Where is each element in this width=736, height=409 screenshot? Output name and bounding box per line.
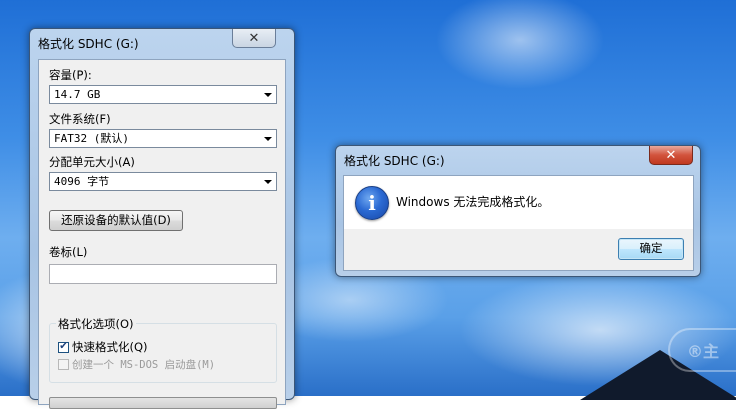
format-dialog-close-button[interactable]: ✕ [232,29,276,48]
chevron-down-icon [264,180,272,184]
format-options-legend: 格式化选项(O) [56,316,136,332]
message-text: Windows 无法完成格式化。 [396,195,550,209]
format-dialog-title: 格式化 SDHC (G:) [38,37,139,51]
quick-format-checkbox[interactable]: ✔ [58,341,69,353]
allocation-value: 4096 字节 [54,175,110,188]
capacity-label: 容量(P): [49,68,92,82]
info-icon: i [355,186,389,220]
watermark-logo: ®主 [668,328,736,372]
filesystem-label: 文件系统(F) [49,112,111,126]
message-box-close-button[interactable]: ✕ [649,146,693,165]
format-options-group: 格式化选项(O) ✔ 快速格式化(Q) 创建一个 MS-DOS 启动盘(M) [49,316,277,383]
capacity-value: 14.7 GB [54,88,101,101]
capacity-select[interactable]: 14.7 GB [49,85,277,104]
allocation-select[interactable]: 4096 字节 [49,172,277,191]
error-message-box: 格式化 SDHC (G:) ✕ i Windows 无法完成格式化。 确定 [335,145,701,277]
checkmark-icon: ✔ [59,341,68,352]
message-area: i Windows 无法完成格式化。 [344,176,693,229]
format-dialog: 格式化 SDHC (G:) ✕ 容量(P): 14.7 GB 文件系统(F) F… [29,28,295,409]
chevron-down-icon [264,93,272,97]
quick-format-label: 快速格式化(Q) [72,340,148,354]
volume-label-input[interactable] [49,264,277,284]
close-icon: ✕ [665,147,677,163]
close-icon: ✕ [248,30,260,46]
filesystem-select[interactable]: FAT32 (默认) [49,129,277,148]
restore-defaults-button[interactable]: 还原设备的默认值(D) [49,210,183,231]
format-dialog-body: 容量(P): 14.7 GB 文件系统(F) FAT32 (默认) 分配单元大小… [38,59,286,409]
message-box-body: i Windows 无法完成格式化。 确定 [343,175,694,271]
msdos-startup-checkbox [58,359,69,370]
chevron-down-icon [264,137,272,141]
message-box-title: 格式化 SDHC (G:) [344,154,445,168]
msdos-startup-option: 创建一个 MS-DOS 启动盘(M) [58,357,215,372]
allocation-label: 分配单元大小(A) [49,155,135,169]
filesystem-value: FAT32 (默认) [54,132,129,145]
quick-format-option[interactable]: ✔ 快速格式化(Q) [58,339,148,355]
ok-button[interactable]: 确定 [618,238,684,260]
volume-label-label: 卷标(L) [49,245,88,259]
format-progress-bar [49,397,277,409]
msdos-startup-label: 创建一个 MS-DOS 启动盘(M) [72,359,216,371]
